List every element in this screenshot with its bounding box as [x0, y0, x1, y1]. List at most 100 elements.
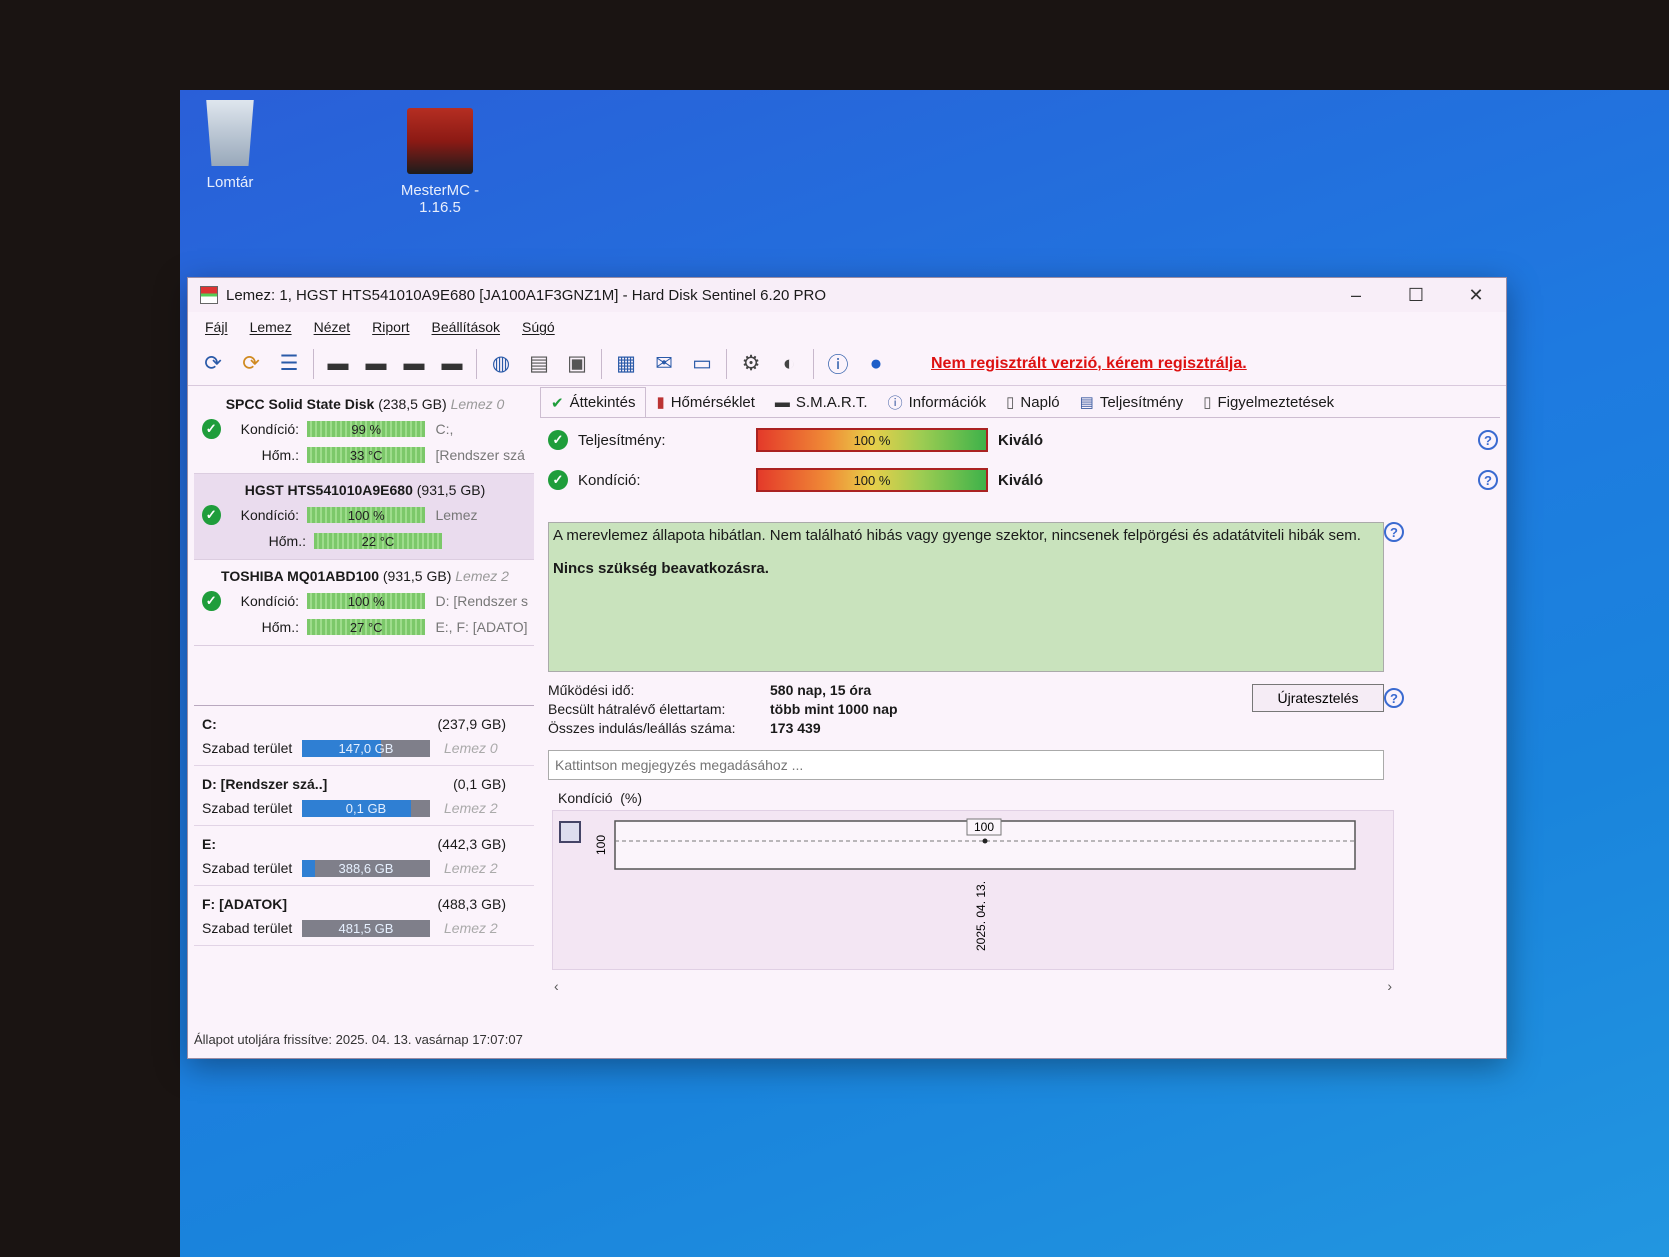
disk-extra: [Rendszer szá: [435, 447, 525, 463]
disk-search-icon[interactable]: ▬: [433, 347, 471, 381]
report-icon[interactable]: ▦: [607, 347, 645, 381]
help-icon[interactable]: ⓘ: [819, 347, 857, 381]
help-icon[interactable]: ?: [1478, 430, 1498, 450]
volume-size: (0,1 GB): [453, 776, 506, 792]
chart-icon: ▤: [1079, 394, 1094, 411]
monitor-icon[interactable]: ▭: [683, 347, 721, 381]
volume-item-f[interactable]: F: [ADATOK] (488,3 GB) Szabad terület 481,…: [194, 886, 534, 946]
startstop-row: Összes indulás/leállás száma: 173 439: [548, 720, 821, 736]
temperature-label: Hőm.:: [261, 619, 299, 635]
scroll-left-icon[interactable]: ‹: [554, 978, 559, 994]
retest-button[interactable]: Újratesztelés: [1252, 684, 1384, 712]
menu-help[interactable]: Súgó: [511, 319, 566, 335]
tab-smart[interactable]: ▬ S.M.A.R.T.: [765, 387, 878, 417]
tab-overview[interactable]: ✔ Áttekintés: [540, 387, 647, 417]
help-icon[interactable]: ?: [1384, 522, 1404, 542]
free-space-value: 0,1 GB: [345, 800, 387, 816]
disk-extra: D: [Rendszer s: [435, 593, 528, 609]
tab-log[interactable]: ▯ Napló: [996, 387, 1069, 417]
document-icon: ▯: [1006, 394, 1015, 411]
note-input[interactable]: [548, 750, 1384, 780]
menu-file[interactable]: Fájl: [194, 319, 239, 335]
drives-icon[interactable]: ▤: [520, 347, 558, 381]
performance-bar: 100 %: [756, 428, 988, 452]
lifetime-row: Becsült hátralévő élettartam: több mint 1…: [548, 701, 898, 717]
network-icon[interactable]: ◍: [482, 347, 520, 381]
disk-item-1[interactable]: HGST HTS541010A9E680 (931,5 GB) ✓ Kondíci…: [194, 474, 534, 560]
tab-performance[interactable]: ▤ Teljesítmény: [1070, 387, 1194, 417]
list-icon[interactable]: ☰: [270, 347, 308, 381]
title-bar[interactable]: Lemez: 1, HGST HTS541010A9E680 [JA100A1F…: [188, 278, 1506, 312]
disk-schedule-icon[interactable]: ▬: [357, 347, 395, 381]
disk-item-0[interactable]: SPCC Solid State Disk (238,5 GB) Lemez 0…: [194, 388, 534, 474]
menu-disk[interactable]: Lemez: [239, 319, 303, 335]
email-icon[interactable]: ✉: [645, 347, 683, 381]
toolbar-separator: [813, 348, 814, 379]
disk-index: Lemez 0: [450, 396, 505, 412]
menu-report[interactable]: Riport: [361, 319, 420, 335]
gear-icon[interactable]: ⚙: [732, 347, 770, 381]
volume-item-c[interactable]: C: (237,9 GB) Szabad terület 147,0 GB Lemez…: [194, 706, 534, 766]
info-icon: ⓘ: [887, 394, 903, 412]
desktop-icon-recycle-bin[interactable]: Lomtár: [180, 100, 280, 191]
help-icon[interactable]: ?: [1384, 688, 1404, 708]
tab-alerts[interactable]: ▯ Figyelmeztetések: [1193, 387, 1344, 417]
status-bar: Állapot utoljára frissítve: 2025. 04. 13…: [194, 1032, 523, 1047]
volume-disk: Lemez 2: [444, 860, 498, 876]
chart-point: [982, 838, 988, 844]
free-space-bar: 147,0 GB: [302, 739, 430, 757]
unregistered-link[interactable]: Nem regisztrált verzió, kérem regisztrál…: [931, 355, 1247, 373]
chart-title: Kondíció (%): [558, 790, 642, 806]
minimize-button[interactable]: –: [1326, 278, 1386, 312]
performance-label: Teljesítmény:: [578, 431, 666, 449]
maximize-button[interactable]: ☐: [1386, 278, 1446, 312]
sound-icon[interactable]: ◐: [770, 347, 808, 381]
tab-label: S.M.A.R.T.: [795, 393, 868, 411]
check-icon: ✓: [548, 470, 568, 490]
info-icon[interactable]: ●: [857, 347, 895, 381]
free-space-label: Szabad terület: [202, 800, 293, 816]
disk-test-icon[interactable]: ▬: [319, 347, 357, 381]
tab-label: Áttekintés: [569, 394, 636, 411]
y-tick-label: 100: [594, 835, 608, 855]
detail-panel: ✔ Áttekintés ▮ Hőmérséklet ▬ S.M.A.R.T. ⓘ In…: [540, 386, 1500, 1026]
tab-information[interactable]: ⓘ Információk: [878, 387, 997, 417]
usb-drive-icon[interactable]: ▣: [558, 347, 596, 381]
volume-item-d[interactable]: D: [Rendszer szá..] (0,1 GB) Szabad terül…: [194, 766, 534, 826]
panel-divider: [194, 646, 534, 706]
free-space-label: Szabad terület: [202, 740, 293, 756]
condition-chart: 100 100 2025. 04. 13.: [552, 810, 1394, 970]
close-button[interactable]: ✕: [1446, 278, 1506, 312]
smart-icon: ▬: [774, 393, 790, 411]
status-message: A merevlemez állapota hibátlan. Nem talá…: [553, 527, 1361, 544]
disk-name: TOSHIBA MQ01ABD100: [221, 568, 379, 584]
volume-item-e[interactable]: E: (442,3 GB) Szabad terület 388,6 GB Lemez…: [194, 826, 534, 886]
check-icon: ✓: [202, 419, 221, 439]
scroll-right-icon[interactable]: ›: [1387, 978, 1392, 994]
free-space-bar: 481,5 GB: [302, 919, 430, 937]
chart-svg: 100 100 2025. 04. 13.: [594, 818, 1356, 951]
performance-rating: Kiváló: [998, 431, 1044, 449]
refresh-icon[interactable]: ⟳: [194, 347, 232, 381]
tab-temperature[interactable]: ▮ Hőmérséklet: [646, 387, 764, 417]
tab-label: Információk: [908, 393, 987, 411]
menu-settings[interactable]: Beállítások: [421, 319, 511, 335]
free-space-value: 388,6 GB: [338, 860, 394, 876]
alerts-icon: ▯: [1203, 394, 1212, 411]
menu-view[interactable]: Nézet: [303, 319, 362, 335]
disk-check-icon[interactable]: ▬: [395, 347, 433, 381]
temperature-label: Hőm.:: [268, 533, 306, 549]
help-icon[interactable]: ?: [1478, 470, 1498, 490]
volume-name: C:: [202, 716, 217, 732]
disk-extra: E:, F: [ADATO]: [435, 619, 528, 635]
condition-rating: Kiváló: [998, 471, 1044, 489]
horizontal-scrollbar[interactable]: ‹ ›: [552, 978, 1394, 996]
desktop-icon-mastermc[interactable]: MesterMC - 1.16.5: [390, 108, 490, 216]
minecraft-icon: [407, 108, 473, 174]
disk-item-2[interactable]: TOSHIBA MQ01ABD100 (931,5 GB) Lemez 2 ✓ K…: [194, 560, 534, 646]
disk-extra: Lemez: [435, 507, 478, 523]
uptime-row: Működési idő: 580 nap, 15 óra: [548, 682, 871, 698]
tab-label: Hőmérséklet: [670, 393, 755, 411]
refresh-all-icon[interactable]: ⟳: [232, 347, 270, 381]
volume-name: D: [Rendszer szá..]: [202, 776, 328, 792]
